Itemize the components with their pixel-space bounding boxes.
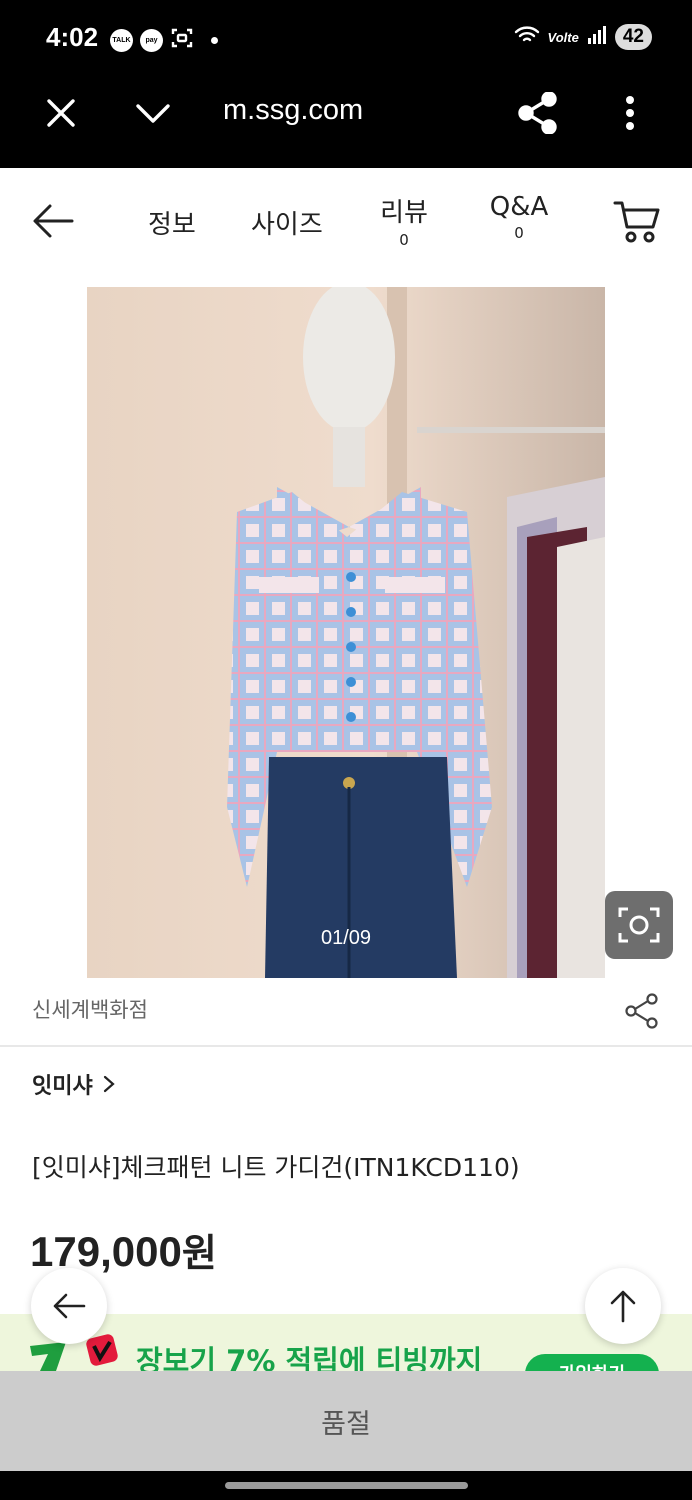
- floating-back-button[interactable]: [31, 1268, 107, 1344]
- url-field[interactable]: m.ssg.com: [223, 94, 363, 127]
- product-tab-nav: 정보 사이즈 리뷰 0 Q&A 0: [0, 168, 692, 274]
- browser-toolbar: m.ssg.com: [0, 78, 692, 168]
- price-currency: 원: [181, 1231, 217, 1275]
- kakaotalk-icon: TALK: [110, 28, 133, 52]
- system-indicators: Volte 42: [514, 24, 652, 50]
- image-search-camera-button[interactable]: [605, 891, 673, 959]
- promo-join-button[interactable]: 가입하기: [525, 1354, 659, 1371]
- tab-qna-count: 0: [514, 224, 524, 242]
- arrow-up-icon: [610, 1290, 636, 1323]
- chevron-down-icon[interactable]: [132, 78, 174, 148]
- product-title: [잇미샤]체크패턴 니트 가디건(ITN1KCD110): [32, 1153, 520, 1182]
- cart-icon[interactable]: [612, 198, 662, 246]
- pay-icon: pay: [140, 28, 163, 52]
- product-image[interactable]: 01/09: [87, 287, 605, 978]
- share-icon[interactable]: [515, 78, 561, 148]
- tab-info-label: 정보: [148, 210, 196, 240]
- store-name[interactable]: 신세계백화점: [32, 994, 148, 1024]
- volte-indicator: Volte: [547, 29, 579, 45]
- status-bar: 4:02 TALK pay Volte 42: [0, 0, 692, 78]
- tab-qna-label: Q&A: [489, 192, 549, 222]
- notification-icons: TALK pay: [110, 26, 218, 54]
- product-photo: [87, 287, 605, 978]
- back-arrow-icon[interactable]: [28, 196, 78, 246]
- brand-name: 잇미샤: [32, 1074, 93, 1099]
- home-gesture-bar[interactable]: [225, 1482, 468, 1489]
- screenshot-icon: [170, 26, 194, 54]
- tab-review[interactable]: 리뷰 0: [378, 192, 430, 249]
- soldout-button[interactable]: 품절: [0, 1371, 692, 1471]
- system-gesture-area: [0, 1471, 692, 1500]
- tab-qna[interactable]: Q&A 0: [489, 192, 549, 242]
- scroll-to-top-button[interactable]: [585, 1268, 661, 1344]
- promo-text: 장보기 7% 적립에 티빙까지: [136, 1344, 483, 1371]
- status-time: 4:02: [46, 22, 99, 52]
- brand-link[interactable]: 잇미샤: [32, 1068, 115, 1100]
- tab-size[interactable]: 사이즈: [251, 204, 323, 241]
- back-arrow-icon: [53, 1293, 86, 1319]
- tab-review-count: 0: [399, 231, 409, 249]
- wifi-icon: [514, 24, 540, 50]
- signal-icon: [587, 25, 607, 49]
- tab-info[interactable]: 정보: [148, 204, 196, 241]
- more-vertical-icon[interactable]: [614, 78, 646, 148]
- store-row: 신세계백화점: [0, 980, 692, 1047]
- price-value: 179,000: [30, 1228, 182, 1275]
- image-counter: 01/09: [320, 927, 372, 949]
- tab-size-label: 사이즈: [251, 210, 323, 240]
- camera-icon: [618, 907, 660, 943]
- share-icon[interactable]: [624, 993, 660, 1029]
- more-notifications-dot: [211, 36, 218, 44]
- battery-level: 42: [614, 24, 652, 50]
- close-icon[interactable]: [40, 78, 82, 148]
- tab-review-label: 리뷰: [380, 198, 428, 228]
- chevron-right-icon: [103, 1075, 115, 1093]
